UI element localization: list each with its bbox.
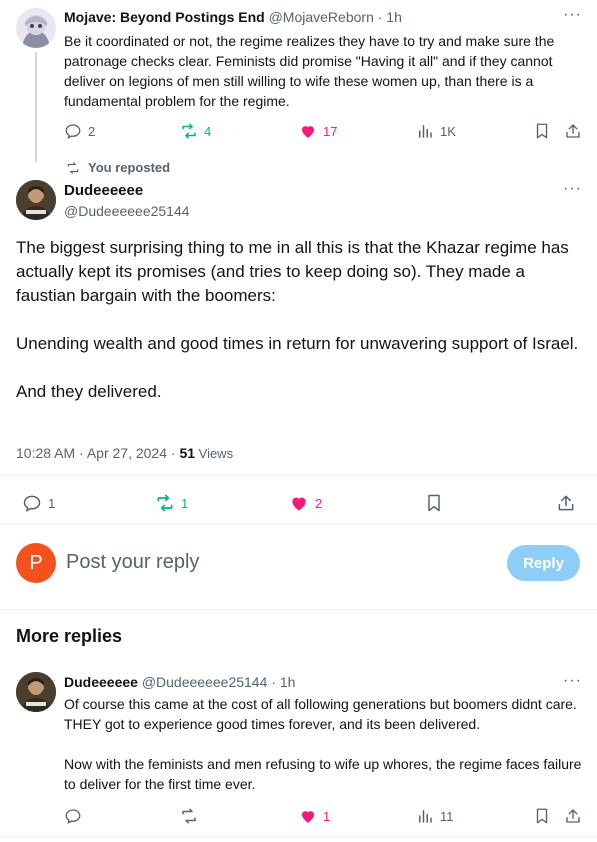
divider	[0, 474, 597, 475]
main-tweet-paragraph: And they delivered.	[16, 382, 162, 401]
parent-avatar[interactable]	[16, 8, 56, 48]
reply-reply-button[interactable]	[64, 807, 82, 825]
reply-repost-button[interactable]	[180, 807, 198, 825]
heart-icon	[299, 807, 317, 825]
main-reply-button[interactable]: 1	[22, 493, 55, 513]
main-display-name[interactable]: Dudeeeeee	[64, 182, 143, 199]
main-like-button[interactable]: 2	[289, 493, 322, 513]
parent-tweet-text: Be it coordinated or not, the regime rea…	[64, 33, 555, 109]
repost-icon	[155, 493, 175, 513]
reply-button[interactable]: Reply	[507, 545, 580, 581]
reply-views-button[interactable]: 11	[416, 807, 454, 825]
reply-avatar[interactable]	[16, 672, 56, 712]
thread-line	[35, 52, 37, 162]
parent-like-count: 17	[323, 123, 338, 139]
more-icon[interactable]: ···	[563, 672, 582, 690]
views-count: 51	[179, 445, 196, 461]
reply-paragraph: Of course this came at the cost of all f…	[64, 696, 577, 732]
bookmark-icon[interactable]	[533, 807, 551, 825]
parent-reply-count: 2	[88, 123, 96, 139]
reply-view-count: 11	[440, 808, 454, 824]
repost-icon	[180, 122, 198, 140]
share-icon[interactable]	[556, 493, 576, 513]
bookmark-icon[interactable]	[424, 493, 444, 513]
views-label: Views	[195, 446, 234, 461]
heart-icon	[289, 493, 309, 513]
parent-time[interactable]: · 1h	[378, 9, 402, 25]
reply-icon	[22, 493, 42, 513]
parent-reply-button[interactable]: 2	[64, 122, 95, 140]
divider	[0, 609, 597, 610]
reply-display-name[interactable]: Dudeeeeee	[64, 674, 138, 690]
repost-icon	[66, 161, 80, 175]
tweet-meta: 10:28 AM · Apr 27, 2024 · 51 Views	[16, 445, 233, 461]
reply-time[interactable]: · 1h	[271, 674, 295, 690]
composer-avatar[interactable]: P	[16, 543, 56, 583]
parent-handle[interactable]: @MojaveReborn	[269, 9, 374, 25]
reply-icon	[64, 807, 82, 825]
reply-like-button[interactable]: 1	[299, 807, 330, 825]
parent-repost-button[interactable]: 4	[180, 122, 211, 140]
reply-button-label: Reply	[523, 554, 564, 572]
parent-views-button[interactable]: 1K	[416, 122, 456, 140]
more-icon[interactable]: ···	[563, 6, 582, 24]
bookmark-icon[interactable]	[533, 122, 551, 140]
tweet-timestamp[interactable]: 10:28 AM · Apr 27, 2024 ·	[16, 445, 179, 461]
parent-view-count: 1K	[440, 123, 456, 139]
reply-icon	[64, 122, 82, 140]
reply-handle[interactable]: @Dudeeeeee25144	[142, 674, 268, 690]
more-replies-heading: More replies	[16, 626, 123, 646]
reply-input[interactable]: Post your reply	[66, 551, 199, 574]
share-icon[interactable]	[564, 807, 582, 825]
reply-like-count: 1	[323, 808, 331, 824]
main-like-count: 2	[315, 495, 323, 511]
parent-repost-count: 4	[204, 123, 212, 139]
main-repost-count: 1	[181, 495, 189, 511]
main-repost-button[interactable]: 1	[155, 493, 188, 513]
divider	[0, 524, 597, 525]
main-reply-count: 1	[48, 495, 56, 511]
reply-paragraph: Now with the feminists and men refusing …	[64, 756, 582, 792]
repost-banner[interactable]: You reposted	[66, 160, 170, 175]
parent-display-name[interactable]: Mojave: Beyond Postings End	[64, 9, 265, 25]
main-tweet-paragraph: Unending wealth and good times in return…	[16, 334, 579, 353]
views-icon	[416, 807, 434, 825]
reply-text: Of course this came at the cost of all f…	[64, 694, 584, 794]
parent-like-button[interactable]: 17	[299, 122, 337, 140]
repost-label: You reposted	[88, 160, 171, 175]
views-icon	[416, 122, 434, 140]
main-avatar[interactable]	[16, 180, 56, 220]
more-icon[interactable]: ···	[563, 180, 582, 198]
composer-avatar-letter: P	[29, 551, 43, 574]
main-tweet-paragraph: The biggest surprising thing to me in al…	[16, 238, 569, 305]
repost-icon	[180, 807, 198, 825]
main-tweet-text: The biggest surprising thing to me in al…	[16, 236, 581, 404]
divider	[0, 837, 597, 838]
main-handle[interactable]: @Dudeeeeee25144	[64, 203, 190, 219]
heart-icon	[299, 122, 317, 140]
share-icon[interactable]	[564, 122, 582, 140]
